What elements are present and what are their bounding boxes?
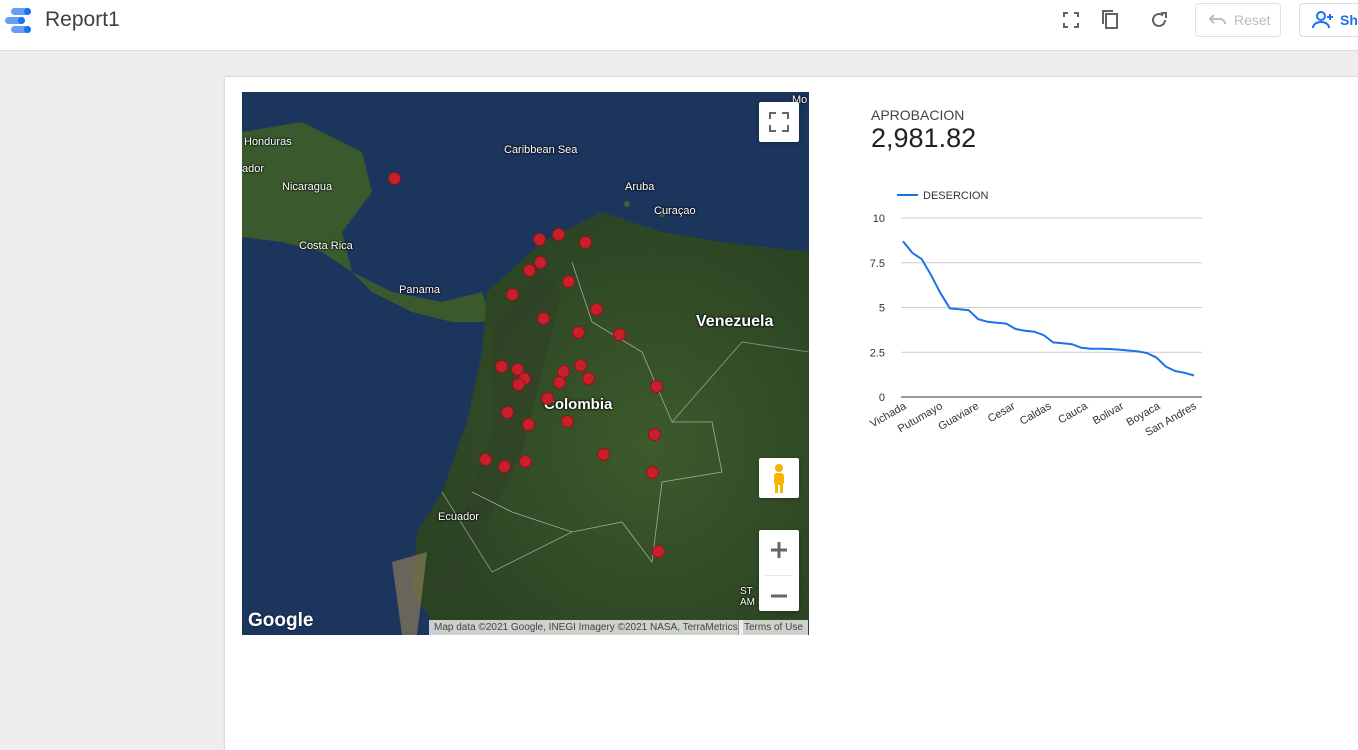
- map-marker[interactable]: [387, 171, 401, 185]
- street-view-pegman-button[interactable]: [759, 458, 799, 498]
- map-marker[interactable]: [532, 232, 546, 246]
- map-label-curacao: Curaçao: [654, 205, 696, 217]
- map-label-ecuador: Ecuador: [438, 511, 479, 523]
- scorecard-value: 2,981.82: [871, 123, 977, 153]
- map-marker[interactable]: [518, 454, 532, 468]
- google-logo: Google: [248, 610, 314, 631]
- map-marker[interactable]: [578, 235, 592, 249]
- map-marker[interactable]: [581, 371, 595, 385]
- map-marker[interactable]: [573, 358, 587, 372]
- map-marker[interactable]: [645, 465, 659, 479]
- map-marker[interactable]: [560, 414, 574, 428]
- terms-of-use-link[interactable]: Terms of Use: [738, 620, 808, 635]
- map-marker[interactable]: [612, 327, 626, 341]
- map-label-costa-rica: Costa Rica: [299, 240, 353, 252]
- map-marker[interactable]: [647, 427, 661, 441]
- map-marker[interactable]: [521, 417, 535, 431]
- y-tick-label: 0: [879, 392, 885, 404]
- map-marker[interactable]: [651, 544, 665, 558]
- data-studio-logo-icon: [5, 8, 31, 33]
- map-marker[interactable]: [561, 274, 575, 288]
- map-marker[interactable]: [540, 391, 554, 405]
- map-label-honduras: Honduras: [244, 136, 292, 148]
- x-tick-label: Cesar: [986, 400, 1018, 425]
- map-marker[interactable]: [500, 405, 514, 419]
- top-bar: Report1 Reset Sh: [0, 0, 1358, 51]
- x-tick-label: Guaviare: [936, 400, 981, 433]
- map-fullscreen-button[interactable]: [759, 102, 799, 142]
- map-marker[interactable]: [478, 452, 492, 466]
- share-label: Sh: [1340, 12, 1358, 28]
- x-tick-label: Cauca: [1056, 400, 1090, 427]
- scorecard-label: APROBACION: [871, 107, 965, 123]
- x-tick-label: Caldas: [1018, 400, 1054, 428]
- copy-icon[interactable]: [1099, 9, 1121, 31]
- y-tick-label: 10: [873, 213, 885, 225]
- map-marker[interactable]: [552, 375, 566, 389]
- map-label-nicaragua: Nicaragua: [282, 181, 333, 193]
- legend-label: DESERCION: [923, 190, 988, 202]
- x-tick-label: Bolivar: [1091, 400, 1126, 427]
- map-label-st-am: ST AM: [740, 586, 755, 608]
- y-tick-label: 7.5: [870, 258, 885, 270]
- satellite-terrain: [242, 92, 809, 635]
- reset-label: Reset: [1234, 12, 1271, 28]
- reset-button[interactable]: Reset: [1195, 3, 1281, 37]
- map-marker[interactable]: [494, 359, 508, 373]
- pegman-icon: [774, 464, 784, 493]
- map-widget[interactable]: Honduras ador Nicaragua Costa Rica Panam…: [242, 92, 809, 635]
- y-tick-label: 5: [879, 303, 885, 315]
- refresh-icon[interactable]: [1148, 9, 1170, 31]
- map-label-venezuela: Venezuela: [696, 313, 774, 330]
- map-marker[interactable]: [511, 377, 525, 391]
- fullscreen-icon[interactable]: [1060, 9, 1082, 31]
- map-marker[interactable]: [589, 302, 603, 316]
- map-label-colombia: Colombia: [544, 396, 613, 413]
- zoom-out-icon[interactable]: [759, 576, 799, 616]
- share-button[interactable]: Sh: [1299, 3, 1358, 37]
- map-marker[interactable]: [571, 325, 585, 339]
- expand-icon: [769, 112, 789, 132]
- map-label-ador: ador: [242, 163, 265, 175]
- zoom-control: [759, 530, 799, 611]
- map-marker[interactable]: [522, 263, 536, 277]
- add-person-icon: [1312, 11, 1333, 29]
- map-marker[interactable]: [505, 287, 519, 301]
- map-marker[interactable]: [596, 447, 610, 461]
- map-attribution: Map data ©2021 Google, INEGI Imagery ©20…: [429, 620, 743, 635]
- line-chart[interactable]: DESERCION02.557.510VichadaPutumayoGuavia…: [855, 180, 1215, 455]
- map-marker[interactable]: [536, 311, 550, 325]
- y-tick-label: 2.5: [870, 347, 885, 359]
- report-title[interactable]: Report1: [45, 8, 120, 32]
- map-label-caribbean-sea: Caribbean Sea: [504, 144, 578, 156]
- map-marker[interactable]: [497, 459, 511, 473]
- zoom-in-icon[interactable]: [759, 530, 799, 570]
- undo-icon: [1208, 14, 1226, 25]
- map-label-panama: Panama: [399, 284, 440, 296]
- series-line-desercion: [902, 240, 1195, 377]
- map-marker[interactable]: [649, 379, 663, 393]
- map-marker[interactable]: [533, 255, 547, 269]
- map-marker[interactable]: [551, 227, 565, 241]
- map-label-aruba: Aruba: [625, 181, 655, 193]
